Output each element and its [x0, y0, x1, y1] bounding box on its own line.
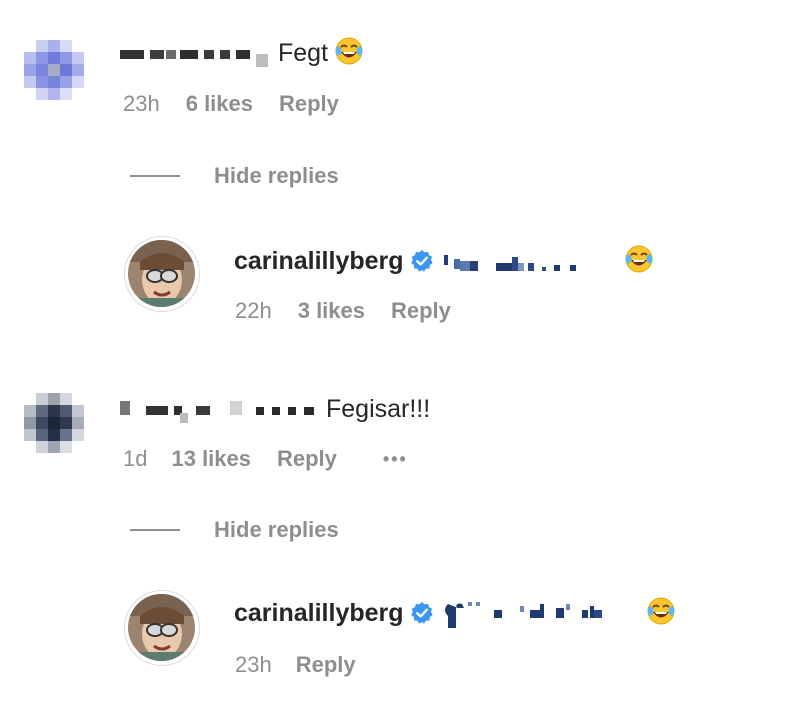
redacted-username[interactable]: [120, 395, 324, 423]
reply-avatar[interactable]: [124, 236, 200, 312]
redacted-username[interactable]: [120, 39, 272, 67]
laughing-emoji-icon: [334, 36, 364, 71]
reply-time[interactable]: 22h: [235, 298, 272, 324]
commenter-avatar[interactable]: [18, 387, 90, 459]
reply-meta: 22h 3 likes Reply: [235, 297, 451, 325]
reply-time[interactable]: 23h: [235, 652, 272, 678]
reply-text-row: carinalillyberg: [234, 596, 676, 630]
reply-meta: 23h Reply: [235, 651, 356, 679]
hide-replies-toggle[interactable]: Hide replies: [130, 516, 339, 544]
comment-2: Fegisar!!! 1d 13 likes Reply ••• Hide re…: [0, 350, 800, 718]
comment-likes[interactable]: 13 likes: [171, 446, 251, 472]
redacted-reply-text: [443, 247, 604, 275]
divider-line: [130, 175, 180, 177]
commenter-avatar[interactable]: [18, 34, 90, 106]
reply-username[interactable]: carinalillyberg: [234, 599, 404, 628]
laughing-emoji-icon: [646, 596, 676, 631]
comment-text: Fegisar!!!: [326, 394, 431, 423]
comment-meta: 1d 13 likes Reply •••: [123, 445, 408, 473]
comment-text-row: Fegisar!!!: [120, 392, 430, 426]
comment-text-row: Fegt: [120, 36, 364, 70]
reply-username[interactable]: carinalillyberg: [234, 247, 404, 276]
reply-text-row: carinalillyberg: [234, 244, 654, 278]
comment-meta: 23h 6 likes Reply: [123, 90, 339, 118]
reply-button[interactable]: Reply: [391, 298, 451, 324]
comment-time[interactable]: 1d: [123, 446, 147, 472]
reply-likes[interactable]: 3 likes: [298, 298, 365, 324]
reply-avatar[interactable]: [124, 590, 200, 666]
hide-replies-toggle[interactable]: Hide replies: [130, 162, 339, 190]
hide-replies-label[interactable]: Hide replies: [214, 517, 339, 543]
comment-likes[interactable]: 6 likes: [186, 91, 253, 117]
reply-button[interactable]: Reply: [279, 91, 339, 117]
reply-button[interactable]: Reply: [296, 652, 356, 678]
comment-text: Fegt: [278, 38, 329, 67]
redacted-reply-text: [442, 598, 642, 628]
reply-button[interactable]: Reply: [277, 446, 337, 472]
comment-time[interactable]: 23h: [123, 91, 160, 117]
verified-badge-icon: [410, 601, 434, 625]
comment-1: Fegt 23h 6 likes Reply Hide replies cari…: [0, 0, 800, 350]
divider-line: [130, 529, 180, 531]
hide-replies-label[interactable]: Hide replies: [214, 163, 339, 189]
verified-badge-icon: [410, 249, 434, 273]
laughing-emoji-icon: [624, 244, 654, 279]
more-options-icon[interactable]: •••: [383, 449, 408, 470]
